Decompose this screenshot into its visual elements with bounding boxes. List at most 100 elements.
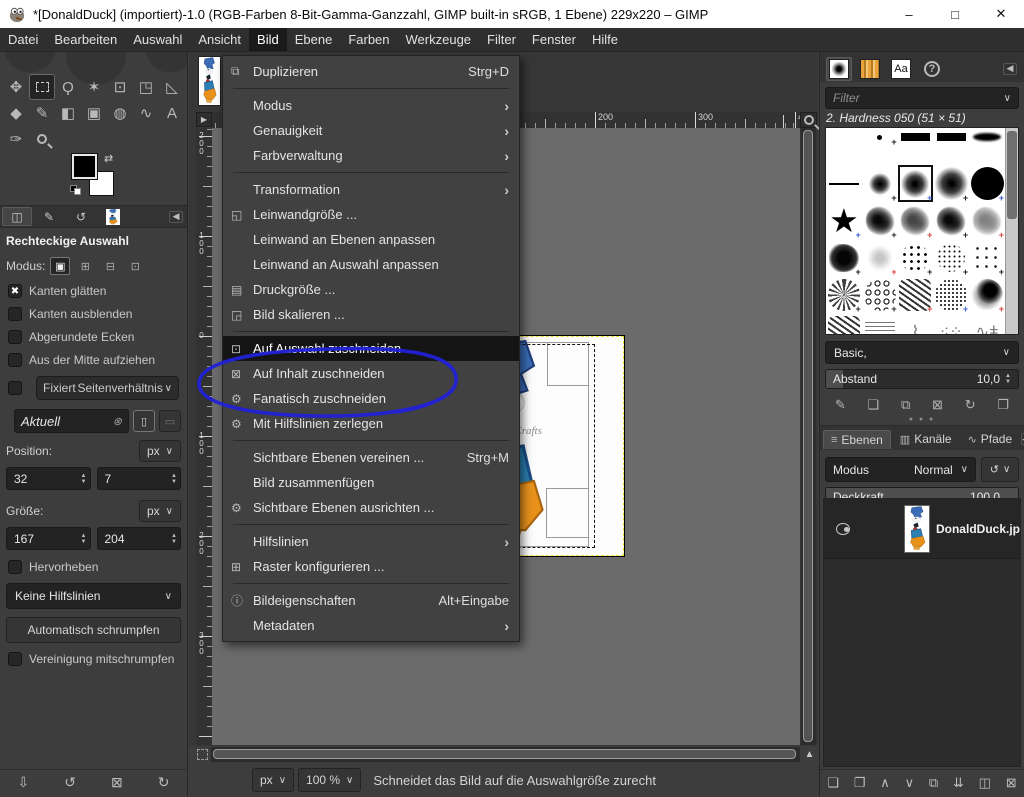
menu-item-duplizieren[interactable]: ⧉DuplizierenStrg+D — [223, 59, 519, 84]
eraser-tool[interactable]: ◧ — [55, 100, 81, 126]
new-group-icon[interactable]: ❐ — [854, 775, 866, 791]
menu-item-hilfslinien[interactable]: Hilfslinien› — [223, 529, 519, 554]
brush-line[interactable] — [826, 165, 862, 202]
menu-item-leinwandgröße[interactable]: ◱Leinwandgröße ... — [223, 202, 519, 227]
zoom-dropdown[interactable]: 100 % ∨ — [298, 768, 361, 792]
spinner-icons[interactable]: ▲▼ — [78, 473, 90, 485]
guides-dropdown[interactable]: Keine Hilfslinien ∨ — [6, 583, 181, 609]
fixed-checkbox[interactable] — [8, 381, 22, 395]
color-picker-tool[interactable]: ✑ — [3, 126, 29, 152]
swap-colors-icon[interactable]: ⇄ — [104, 152, 113, 165]
brush-group-dropdown[interactable]: Basic, ∨ — [825, 341, 1019, 364]
brush-grunge[interactable]: + — [826, 276, 862, 313]
brush-soft-l[interactable]: + — [933, 165, 969, 202]
brush-hatch[interactable]: + — [862, 313, 898, 334]
brush-ellipse[interactable] — [969, 128, 1005, 146]
tab-undo-history[interactable]: ↺ — [66, 207, 96, 226]
zoom-corner-button[interactable] — [800, 112, 817, 128]
duplicate-layer-icon[interactable]: ⧉ — [929, 775, 938, 791]
spinner-icons[interactable]: ▲▼ — [168, 473, 180, 485]
smudge-tool[interactable]: ◍ — [107, 100, 133, 126]
unit-dropdown[interactable]: px ∨ — [252, 768, 294, 792]
mode-subtract-icon[interactable]: ⊟ — [100, 257, 120, 275]
edit-brush-icon[interactable]: ✎ — [835, 397, 846, 413]
auto-shrink-button[interactable]: Automatisch schrumpfen — [6, 617, 181, 643]
tab-ebenen[interactable]: ≡Ebenen — [823, 430, 891, 449]
duplicate-brush-icon[interactable]: ⧉ — [901, 397, 910, 413]
tab-help[interactable]: ? — [919, 57, 945, 81]
brush-spacing-slider[interactable]: Abstand 10,0 ▲▼ — [825, 369, 1019, 389]
tab-device-status[interactable]: ✎ — [34, 207, 64, 226]
brush-dashes[interactable]: ⁖⁘+ — [933, 313, 969, 334]
brush-splat3[interactable]: + — [969, 202, 1005, 239]
brush-grunge2[interactable]: + — [898, 276, 934, 313]
clear-icon[interactable]: ⊗ — [113, 415, 122, 428]
close-button[interactable]: ✕ — [978, 0, 1024, 28]
handle-transform-tool[interactable]: ◺ — [159, 74, 185, 100]
brush-pepper2[interactable]: + — [969, 276, 1005, 313]
maximize-button[interactable]: □ — [932, 0, 978, 28]
menubar-item-datei[interactable]: Datei — [0, 28, 46, 51]
clone-tool[interactable]: ▣ — [81, 100, 107, 126]
refresh-brushes-icon[interactable]: ↻ — [965, 397, 976, 413]
spinner-icons[interactable]: ▲▼ — [168, 533, 180, 545]
menu-item-genauigkeit[interactable]: Genauigkeit› — [223, 118, 519, 143]
brush-splat[interactable]: + — [933, 202, 969, 239]
delete-layer-icon[interactable]: ⊠ — [1006, 775, 1017, 791]
quick-mask-toggle[interactable] — [197, 749, 208, 760]
spinner-icons[interactable]: ▲▼ — [1002, 373, 1014, 385]
collapse-dock-icon[interactable]: ◀ — [1003, 63, 1017, 75]
aus-der-mitte-aufziehen-checkbox[interactable] — [8, 353, 22, 367]
brush-pepper[interactable]: + — [933, 276, 969, 313]
brush-filter-input[interactable]: Filter ∨ — [825, 87, 1019, 109]
menubar-item-filter[interactable]: Filter — [479, 28, 524, 51]
mask-layer-icon[interactable]: ◫ — [979, 775, 991, 791]
minimize-button[interactable]: – — [886, 0, 932, 28]
menu-item-bild-skalieren[interactable]: ◲Bild skalieren ... — [223, 302, 519, 327]
position-unit-dropdown[interactable]: px ∨ — [139, 440, 181, 462]
position-x-input[interactable]: 32 ▲▼ — [6, 467, 91, 490]
mode-add-icon[interactable]: ⊞ — [75, 257, 95, 275]
vertical-scroll-thumb[interactable] — [803, 130, 813, 742]
menubar-item-farben[interactable]: Farben — [340, 28, 397, 51]
menubar-item-ebene[interactable]: Ebene — [287, 28, 341, 51]
lower-layer-icon[interactable]: ∨ — [905, 775, 915, 791]
brush-star[interactable]: ★+ — [826, 202, 862, 239]
menu-item-fanatisch-zuschneiden[interactable]: ⚙Fanatisch zuschneiden — [223, 386, 519, 411]
menu-item-auf-inhalt-zuschneiden[interactable]: ⊠Auf Inhalt zuschneiden — [223, 361, 519, 386]
delete-brush-icon[interactable]: ⊠ — [932, 397, 943, 413]
layer-mode-switch-button[interactable]: ↺ ∨ — [981, 457, 1019, 482]
layer-mode-dropdown[interactable]: Modus Normal ∨ — [825, 457, 976, 482]
paths-tool[interactable]: ∿ — [133, 100, 159, 126]
tab-pfade[interactable]: ∿Pfade — [961, 430, 1020, 448]
raise-layer-icon[interactable]: ∧ — [880, 775, 890, 791]
brush-soft-s[interactable]: + — [862, 165, 898, 202]
reset-options-icon[interactable]: ↻ — [158, 774, 170, 791]
new-brush-icon[interactable]: ❏ — [868, 397, 880, 413]
foreground-color-swatch[interactable] — [72, 154, 97, 179]
mode-replace-icon[interactable]: ▣ — [50, 257, 70, 275]
tab-image-thumbnail[interactable] — [98, 207, 128, 226]
open-brush-icon[interactable]: ❐ — [997, 397, 1009, 413]
brush-disc[interactable]: + — [969, 165, 1005, 202]
menu-item-bildeigenschaften[interactable]: ⓘBildeigenschaftenAlt+Eingabe — [223, 588, 519, 613]
menubar-item-fenster[interactable]: Fenster — [524, 28, 584, 51]
default-colors-icon[interactable] — [70, 184, 81, 195]
menu-item-auf-auswahl-zuschneiden[interactable]: ⊡Auf Auswahl zuschneiden — [223, 336, 519, 361]
brush-splat2[interactable]: + — [898, 202, 934, 239]
brush-specks[interactable]: + — [898, 239, 934, 276]
fixed-aspect-dropdown[interactable]: Fixiert Seitenverhältnis ∨ — [36, 376, 179, 400]
menubar-item-bild[interactable]: Bild — [249, 28, 287, 51]
brush-dot[interactable]: + — [862, 128, 898, 146]
paintbrush-tool[interactable]: ✎ — [29, 100, 55, 126]
menu-item-modus[interactable]: Modus› — [223, 93, 519, 118]
position-y-input[interactable]: 7 ▲▼ — [97, 467, 182, 490]
brush-deer[interactable]: ∿ǂ+ — [969, 313, 1005, 334]
tab-fonts[interactable]: Aa — [888, 57, 914, 81]
mode-intersect-icon[interactable]: ⊡ — [125, 257, 145, 275]
free-select-tool[interactable]: Ϙ — [55, 74, 81, 100]
abgerundete-ecken-checkbox[interactable] — [8, 330, 22, 344]
crop-tool[interactable]: ⊡ — [107, 74, 133, 100]
merge-layer-icon[interactable]: ⇊ — [953, 775, 964, 791]
brush-bar[interactable] — [898, 128, 934, 146]
